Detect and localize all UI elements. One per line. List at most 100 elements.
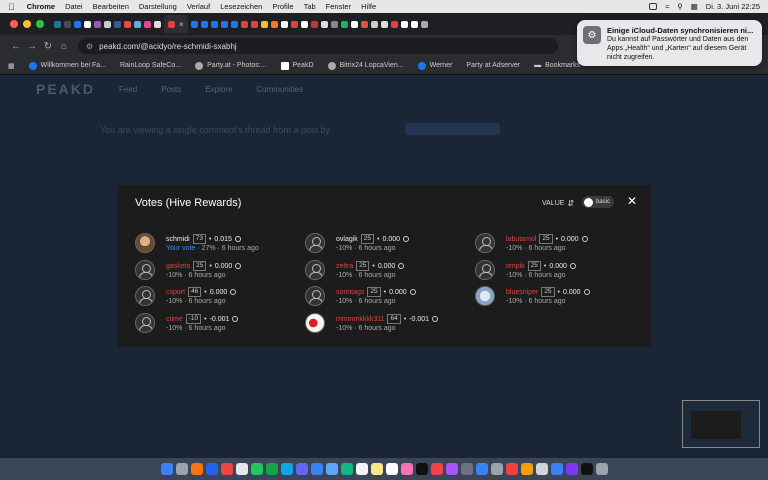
tab-favicon-icon[interactable] xyxy=(310,20,318,28)
photos-icon[interactable] xyxy=(400,463,413,475)
tab-favicon-icon[interactable] xyxy=(270,20,278,28)
notes-icon[interactable] xyxy=(370,463,383,475)
bookmark-bitrix[interactable]: Bitrix24 LopcaVien... xyxy=(327,61,404,70)
app-icon[interactable] xyxy=(580,463,593,475)
avatar[interactable] xyxy=(135,286,155,306)
apple-icon[interactable]:  xyxy=(8,2,15,12)
voter-name[interactable]: mmmmkkkk311 xyxy=(336,316,384,323)
close-window-icon[interactable] xyxy=(10,20,18,28)
bookmark-party-adserver[interactable]: Party at Adserver xyxy=(466,62,520,69)
menu-item-verlauf[interactable]: Verlauf xyxy=(187,2,210,11)
finder-icon[interactable] xyxy=(160,463,173,475)
brave-icon[interactable] xyxy=(190,463,203,475)
voter-name[interactable]: schmidi xyxy=(166,236,190,243)
tab-favicon-icon[interactable] xyxy=(250,20,258,28)
tab-favicon-icon[interactable] xyxy=(74,20,81,28)
app-icon[interactable] xyxy=(235,463,248,475)
tab-favicon-icon[interactable] xyxy=(220,20,228,28)
voter-name[interactable]: gaskets xyxy=(166,263,190,270)
tab-favicon-icon[interactable] xyxy=(54,20,61,28)
trash-icon[interactable] xyxy=(595,463,608,475)
menu-item-profile[interactable]: Profile xyxy=(272,2,293,11)
avatar[interactable] xyxy=(135,260,155,280)
search-icon[interactable]: ⚲ xyxy=(677,2,683,11)
tab-favicon-icon[interactable] xyxy=(280,20,288,28)
safari-icon[interactable] xyxy=(205,463,218,475)
bookmark-peakd[interactable]: PeakD xyxy=(280,61,314,70)
url-field[interactable]: ⚙ peakd.com/@acidyo/re-schmidi-sxabhj xyxy=(78,38,558,54)
menu-item-fenster[interactable]: Fenster xyxy=(326,2,351,11)
app-icon[interactable] xyxy=(460,463,473,475)
tab-favicon-icon[interactable] xyxy=(390,20,398,28)
avatar[interactable] xyxy=(305,260,325,280)
avatar[interactable] xyxy=(305,233,325,253)
voter-name[interactable]: ctime xyxy=(166,316,183,323)
menubar-datetime[interactable]: Di. 3. Juni 22:25 xyxy=(706,2,760,11)
bookmark-werner[interactable]: Werner xyxy=(417,61,452,70)
home-icon[interactable]: ⌂ xyxy=(56,41,72,52)
control-center-icon[interactable]: ▦ xyxy=(691,2,698,11)
tab-favicon-icon[interactable] xyxy=(410,20,418,28)
active-tab[interactable]: × xyxy=(164,15,188,33)
bookmark-bookmarks-folder[interactable]: ▬ Bookmarks xyxy=(534,62,580,69)
menu-item-lesezeichen[interactable]: Lesezeichen xyxy=(220,2,262,11)
tab-favicon-icon[interactable] xyxy=(300,20,308,28)
tab-favicon-icon[interactable] xyxy=(290,20,298,28)
chrome-icon[interactable] xyxy=(220,463,233,475)
bookmark-facebook[interactable]: Willkommen bei Fa... xyxy=(28,61,106,70)
basic-toggle[interactable]: basic xyxy=(582,196,614,208)
menubar-app-name[interactable]: Chrome xyxy=(27,2,55,11)
avatar[interactable] xyxy=(305,313,325,333)
tab-favicon-icon[interactable] xyxy=(380,20,388,28)
tab-favicon-icon[interactable] xyxy=(230,20,238,28)
tab-favicon-icon[interactable] xyxy=(360,20,368,28)
tab-favicon-icon[interactable] xyxy=(330,20,338,28)
menu-item-darstellung[interactable]: Darstellung xyxy=(139,2,177,11)
facetime-icon[interactable] xyxy=(340,463,353,475)
app-icon[interactable] xyxy=(535,463,548,475)
messages-icon[interactable] xyxy=(250,463,263,475)
tab-favicon-icon[interactable] xyxy=(260,20,268,28)
avatar[interactable] xyxy=(475,233,495,253)
settings-icon[interactable] xyxy=(490,463,503,475)
tab-favicon-icon[interactable] xyxy=(190,20,198,28)
battery-icon[interactable] xyxy=(649,3,658,10)
app-icon[interactable] xyxy=(550,463,563,475)
launchpad-icon[interactable] xyxy=(175,463,188,475)
voter-name[interactable]: ovlagik xyxy=(336,236,358,243)
bookmark-rainloop[interactable]: RainLoop SafeCo... xyxy=(120,62,181,69)
voter-name[interactable]: sonntags xyxy=(336,289,364,296)
app-icon[interactable] xyxy=(520,463,533,475)
tab-favicon-icon[interactable] xyxy=(370,20,378,28)
avatar[interactable] xyxy=(475,286,495,306)
appstore-icon[interactable] xyxy=(475,463,488,475)
tab-favicon-icon[interactable] xyxy=(200,20,208,28)
apps-grid-icon[interactable]: ▦ xyxy=(8,62,15,70)
tab-favicon-icon[interactable] xyxy=(154,20,161,28)
voter-name[interactable]: tenpik xyxy=(506,263,525,270)
tab-favicon-icon[interactable] xyxy=(64,20,71,28)
avatar[interactable] xyxy=(475,260,495,280)
avatar[interactable] xyxy=(135,313,155,333)
tab-favicon-icon[interactable] xyxy=(144,20,151,28)
voter-name[interactable]: labutamol xyxy=(506,236,536,243)
menu-item-tab[interactable]: Tab xyxy=(304,2,316,11)
telegram-icon[interactable] xyxy=(280,463,293,475)
tab-favicon-icon[interactable] xyxy=(340,20,348,28)
tab-favicon-icon[interactable] xyxy=(240,20,248,28)
appletv-icon[interactable] xyxy=(415,463,428,475)
close-icon[interactable]: ✕ xyxy=(627,194,637,208)
avatar[interactable] xyxy=(305,286,325,306)
minimize-window-icon[interactable] xyxy=(23,20,31,28)
tab-favicon-icon[interactable] xyxy=(124,20,131,28)
screenshot-thumbnail[interactable] xyxy=(682,400,760,448)
app-icon[interactable] xyxy=(505,463,518,475)
tab-favicon-icon[interactable] xyxy=(114,20,121,28)
tab-favicon-icon[interactable] xyxy=(84,20,91,28)
app-icon[interactable] xyxy=(295,463,308,475)
forward-icon[interactable]: → xyxy=(24,41,40,52)
podcasts-icon[interactable] xyxy=(445,463,458,475)
menu-item-hilfe[interactable]: Hilfe xyxy=(361,2,376,11)
reminders-icon[interactable] xyxy=(385,463,398,475)
site-info-icon[interactable]: ⚙ xyxy=(86,42,93,51)
